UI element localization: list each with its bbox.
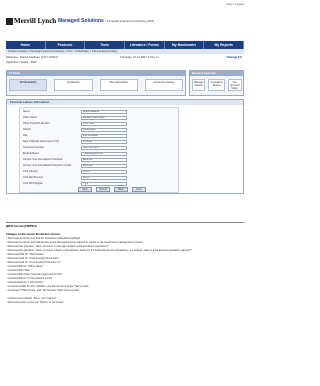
field-input[interactable]: r_faulkner@ml.com [81, 152, 127, 156]
release-notes: [BETA Version] FM/PSFG Changes on the cu… [6, 225, 244, 305]
field-label: Current Year Annualized Production [23, 158, 63, 161]
date-text: Thursday, 10.11.2007 3:15 p.m. [120, 55, 160, 59]
fa-steps: FA Information › Qualification › Client … [7, 76, 185, 94]
form-row: Office Name Midtown, Washington [23, 116, 178, 121]
step-client-information[interactable]: Client Information [99, 79, 138, 91]
field-label: Office Name [23, 116, 37, 119]
bull-logo-icon [6, 17, 13, 25]
note-line: - Removed button on the top "Return to S… [6, 301, 64, 304]
form-row: Date Originally Approved for PIA 4/7/2006 [23, 140, 178, 145]
step-fee-approval-status[interactable]: Fee Approval Status [228, 79, 242, 91]
form-row: District Metropolitan [23, 128, 178, 133]
fa-detail-section: FA Detail FA Information › Qualification… [6, 70, 186, 96]
field-input[interactable]: $200,000 [81, 158, 127, 162]
nav-my-reports[interactable]: My Reports [204, 41, 245, 49]
app-title-main: Managed Solutions [58, 18, 104, 24]
field-input[interactable]: Robert Faulkner [81, 110, 127, 114]
field-label: Date Originally Approved for PIA [23, 140, 59, 143]
field-label: Office Prefix/FA Number [23, 122, 50, 125]
field-input[interactable]: 4/7/2006 [81, 140, 127, 144]
field-label: Telephone Number [23, 146, 45, 149]
form-row: LOS Merrill Lynch 16 yrs [23, 176, 178, 181]
nav-home[interactable]: Home [6, 41, 46, 49]
nav-products[interactable]: Products [46, 41, 86, 49]
page: Help | Logout Merrill Lynch Managed Solu… [0, 0, 250, 386]
field-input[interactable]: Midtown, Washington [81, 116, 127, 120]
form-row: Current Year Annualized Production Credi… [23, 164, 178, 169]
field-input[interactable]: 1371-TMG [81, 122, 127, 126]
logo-text: Merrill Lynch [14, 17, 57, 25]
field-label: Email Address [23, 152, 39, 155]
review-steps: Manager Review Compliance Review Fee App… [190, 76, 243, 94]
header: Merrill Lynch Managed Solutions / Person… [0, 6, 250, 32]
field-label: District [23, 128, 31, 131]
welcome-text: Welcome : Robert Faulkner (1371-TMG3) [6, 55, 58, 59]
next-button[interactable]: Next [132, 187, 146, 192]
save-button[interactable]: Save [78, 187, 92, 192]
form-title: Financial Advisor Information [7, 100, 243, 105]
fa-info-form: Financial Advisor Information Name Robert… [6, 99, 244, 194]
main-nav: Home Products Tools Literature / Forms M… [6, 41, 245, 49]
form-buttons: Save Cancel Back Next [78, 187, 146, 192]
field-label: Name [23, 110, 30, 113]
field-input[interactable]: 7 yrs [81, 182, 127, 186]
field-input[interactable]: Metropolitan [81, 128, 127, 132]
arrow-icon: › [50, 83, 52, 87]
arrow-icon: › [95, 83, 97, 87]
step-manager-review[interactable]: Manager Review [192, 79, 206, 91]
form-row: Title Vice President [23, 134, 178, 139]
step-investment-strategy[interactable]: Investment Strategy [144, 79, 183, 91]
field-input[interactable]: $200,000 [81, 164, 127, 168]
review-approval-section: Review & Approval Manager Review Complia… [189, 70, 244, 96]
application-status: Application Status : Draft [6, 60, 37, 64]
form-row: Email Address r_faulkner@ml.com [23, 152, 178, 157]
app-subtitle: / Personal Investment Advisory (PIA) [105, 19, 155, 23]
nav-my-bookmarks[interactable]: My Bookmarks [165, 41, 205, 49]
form-row: Office Prefix/FA Number 1371-TMG [23, 122, 178, 127]
breadcrumb[interactable]: Product Creation > Personal Investment A… [6, 49, 244, 54]
form-fields: Name Robert Faulkner Office Name Midtown, W… [19, 107, 179, 193]
app-title: Managed Solutions / Personal Investment … [58, 18, 154, 24]
field-label: Title [23, 134, 28, 137]
field-input[interactable]: Vice President [81, 134, 127, 138]
field-label: LOS Merrill Lynch [23, 176, 43, 179]
nav-tools[interactable]: Tools [85, 41, 126, 49]
notes-lines: - Removed Get Error and Add for Investme… [6, 237, 244, 305]
divider [6, 222, 244, 223]
form-row: Telephone Number (202) 555-1274 [23, 146, 178, 151]
field-input[interactable]: 16 yrs [81, 170, 127, 174]
step-compliance-review[interactable]: Compliance Review [208, 79, 226, 91]
arrow-icon: › [140, 83, 142, 87]
field-label: LOS PIA Program [23, 182, 43, 185]
nav-literature-forms[interactable]: Literature / Forms [125, 41, 165, 49]
field-input[interactable]: (202) 555-1274 [81, 146, 127, 150]
form-row: Current Year Annualized Production $200,0… [23, 158, 178, 163]
logo: Merrill Lynch [6, 17, 56, 25]
back-button[interactable]: Back [114, 187, 128, 192]
change-fa-link[interactable]: Change FA [226, 55, 242, 59]
step-fa-information[interactable]: FA Information [9, 79, 48, 91]
field-label: Current Year Annualized Production Credi… [23, 164, 72, 167]
form-row: LOS Industry 16 yrs [23, 170, 178, 175]
cancel-button[interactable]: Cancel [96, 187, 110, 192]
step-qualification[interactable]: Qualification [54, 79, 93, 91]
field-input[interactable]: 16 yrs [81, 176, 127, 180]
form-row: Name Robert Faulkner [23, 110, 178, 115]
field-label: LOS Industry [23, 170, 38, 173]
